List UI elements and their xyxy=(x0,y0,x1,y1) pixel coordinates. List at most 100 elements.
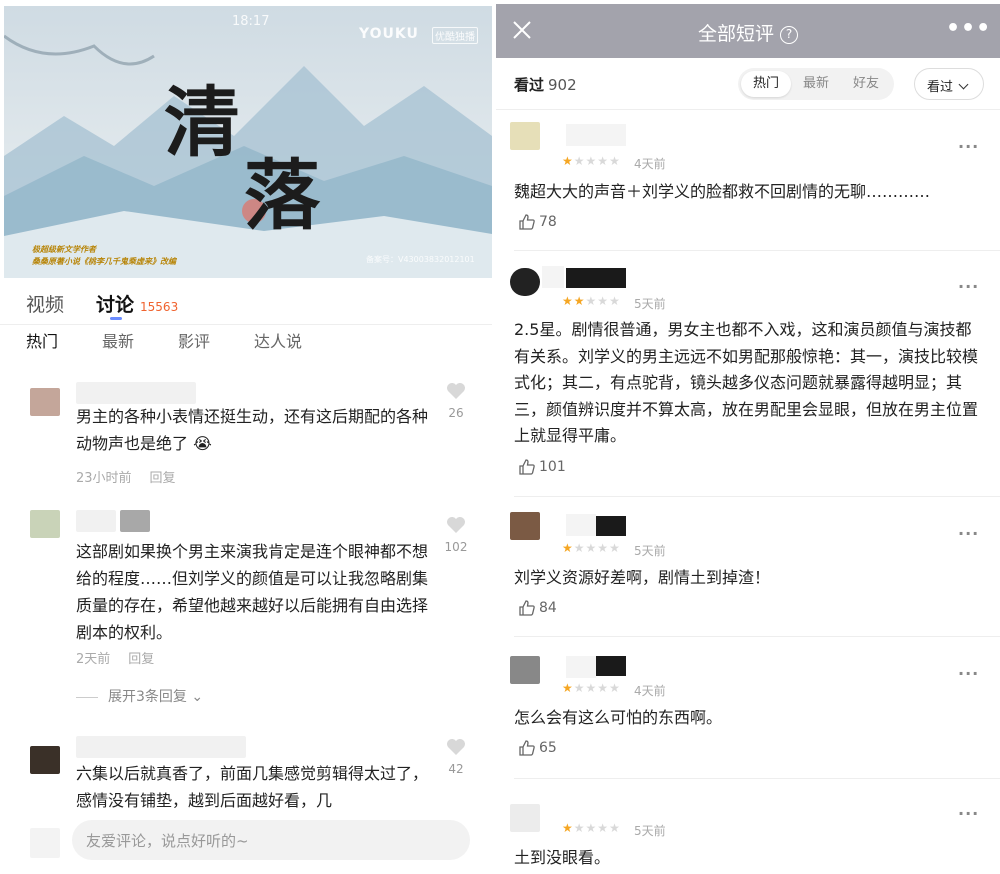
star-empty-icon: ★ xyxy=(609,821,621,835)
avatar[interactable] xyxy=(510,268,540,296)
review-time: 4天前 xyxy=(634,157,666,171)
heart-icon xyxy=(447,383,465,399)
avatar[interactable] xyxy=(30,746,60,774)
segment-latest[interactable]: 最新 xyxy=(791,71,841,97)
tab-video[interactable]: 视频 xyxy=(26,290,64,317)
username[interactable] xyxy=(566,514,596,536)
expand-label: 展开3条回复 xyxy=(108,689,187,705)
more-icon[interactable]: ··· xyxy=(958,664,979,683)
username[interactable] xyxy=(542,266,564,288)
show-title-char-1: 清 xyxy=(164,78,240,167)
like-button[interactable]: 42 xyxy=(443,738,469,776)
star-empty-icon: ★ xyxy=(585,821,598,835)
username[interactable] xyxy=(76,382,196,404)
avatar[interactable] xyxy=(30,388,60,416)
seen-number: 902 xyxy=(548,76,577,94)
divider xyxy=(0,324,492,325)
comment-text: 男主的各种小表情还挺生动，还有这后期配的各种动物声也是绝了 😭 xyxy=(76,407,429,453)
heart-icon xyxy=(447,739,465,755)
like-count: 101 xyxy=(539,459,566,475)
subtab-hot[interactable]: 热门 xyxy=(26,328,58,352)
watched-filter-dropdown[interactable]: 看过 xyxy=(914,68,984,100)
status-time: 18:17 xyxy=(232,14,270,29)
review-text: 怎么会有这么可怕的东西啊。 xyxy=(514,708,723,727)
subtab-review[interactable]: 影评 xyxy=(178,328,210,352)
username[interactable] xyxy=(566,124,626,146)
title-text: 全部短评 xyxy=(697,23,774,45)
star-filled-icon: ★ xyxy=(562,154,574,168)
review-text: 土到没眼看。 xyxy=(514,848,611,867)
seen-count: 看过 902 xyxy=(514,74,577,95)
star-filled-icon: ★ xyxy=(562,821,574,835)
star-empty-icon: ★ xyxy=(597,154,610,168)
tab-discussion[interactable]: 讨论 xyxy=(96,290,134,317)
username[interactable] xyxy=(76,510,116,532)
star-empty-icon: ★ xyxy=(609,681,621,695)
discussion-count: 15563 xyxy=(140,300,179,314)
star-empty-icon: ★ xyxy=(585,154,598,168)
star-empty-icon: ★ xyxy=(573,681,586,695)
comment-input-bar: 友爱评论，说点好听的~ xyxy=(0,808,492,874)
more-icon[interactable]: ••• xyxy=(946,16,991,41)
divider xyxy=(514,496,1000,497)
more-icon[interactable]: ··· xyxy=(958,277,979,296)
star-filled-icon: ★ xyxy=(573,294,586,308)
divider xyxy=(514,778,1000,779)
subtab-latest[interactable]: 最新 xyxy=(102,328,134,352)
username-badge xyxy=(596,656,626,676)
divider xyxy=(76,696,98,698)
active-tab-indicator xyxy=(110,317,122,320)
thumbs-up-icon xyxy=(519,459,535,475)
comment-meta: 23小时前 回复 xyxy=(76,467,176,486)
avatar[interactable] xyxy=(510,122,540,150)
comment-time: 23小时前 xyxy=(76,471,132,486)
username[interactable] xyxy=(566,656,596,678)
segment-friends[interactable]: 好友 xyxy=(841,71,891,97)
chevron-down-icon xyxy=(958,79,969,90)
star-empty-icon: ★ xyxy=(597,821,610,835)
heart-icon xyxy=(447,517,465,533)
star-empty-icon: ★ xyxy=(585,294,598,308)
like-button[interactable]: 101 xyxy=(518,458,566,476)
username-badge xyxy=(566,268,626,288)
comment-input[interactable]: 友爱评论，说点好听的~ xyxy=(72,820,470,860)
avatar[interactable] xyxy=(30,510,60,538)
star-empty-icon: ★ xyxy=(573,541,586,555)
comment-meta: 2天前 回复 xyxy=(76,648,154,667)
review-time: 4天前 xyxy=(634,684,666,698)
avatar[interactable] xyxy=(510,512,540,540)
expand-replies[interactable]: 展开3条回复 ⌄ xyxy=(76,686,203,706)
star-empty-icon: ★ xyxy=(585,541,598,555)
star-empty-icon: ★ xyxy=(573,821,586,835)
like-button[interactable]: 65 xyxy=(518,739,557,757)
seen-label: 看过 xyxy=(514,76,545,94)
review-text: 刘学义资源好差啊，剧情土到掉渣！ xyxy=(514,568,771,587)
video-banner[interactable]: 18:17 YOUKU 优酷独播 清 落 极超级新文学作者 桑桑原著小说《桃李几… xyxy=(4,6,492,278)
more-icon[interactable]: ··· xyxy=(958,804,979,823)
avatar[interactable] xyxy=(510,656,540,684)
help-icon[interactable]: ? xyxy=(780,26,798,44)
username[interactable] xyxy=(76,736,246,758)
avatar[interactable] xyxy=(510,804,540,832)
thumbs-up-icon xyxy=(519,740,535,756)
like-count: 26 xyxy=(448,406,464,420)
segment-hot[interactable]: 热门 xyxy=(741,71,791,97)
filter-label: 看过 xyxy=(927,80,954,95)
like-button[interactable]: 26 xyxy=(443,382,469,420)
like-button[interactable]: 84 xyxy=(518,599,557,617)
reply-button[interactable]: 回复 xyxy=(128,652,154,667)
more-icon[interactable]: ··· xyxy=(958,137,979,156)
credit-line-2: 桑桑原著小说《桃李几千鬼乘虚来》改编 xyxy=(32,257,176,266)
filter-bar: 看过 902 热门 最新 好友 看过 xyxy=(496,58,1000,110)
like-button[interactable]: 78 xyxy=(518,213,557,231)
chevron-down-icon: ⌄ xyxy=(191,689,204,705)
header: 全部短评? ••• xyxy=(496,4,1000,58)
subtab-expert[interactable]: 达人说 xyxy=(254,328,302,352)
more-icon[interactable]: ··· xyxy=(958,524,979,543)
star-filled-icon: ★ xyxy=(562,294,574,308)
like-button[interactable]: 102 xyxy=(443,516,469,554)
youku-logo: YOUKU xyxy=(359,26,419,42)
reply-button[interactable]: 回复 xyxy=(150,471,176,486)
star-filled-icon: ★ xyxy=(562,541,574,555)
divider xyxy=(514,636,1000,637)
